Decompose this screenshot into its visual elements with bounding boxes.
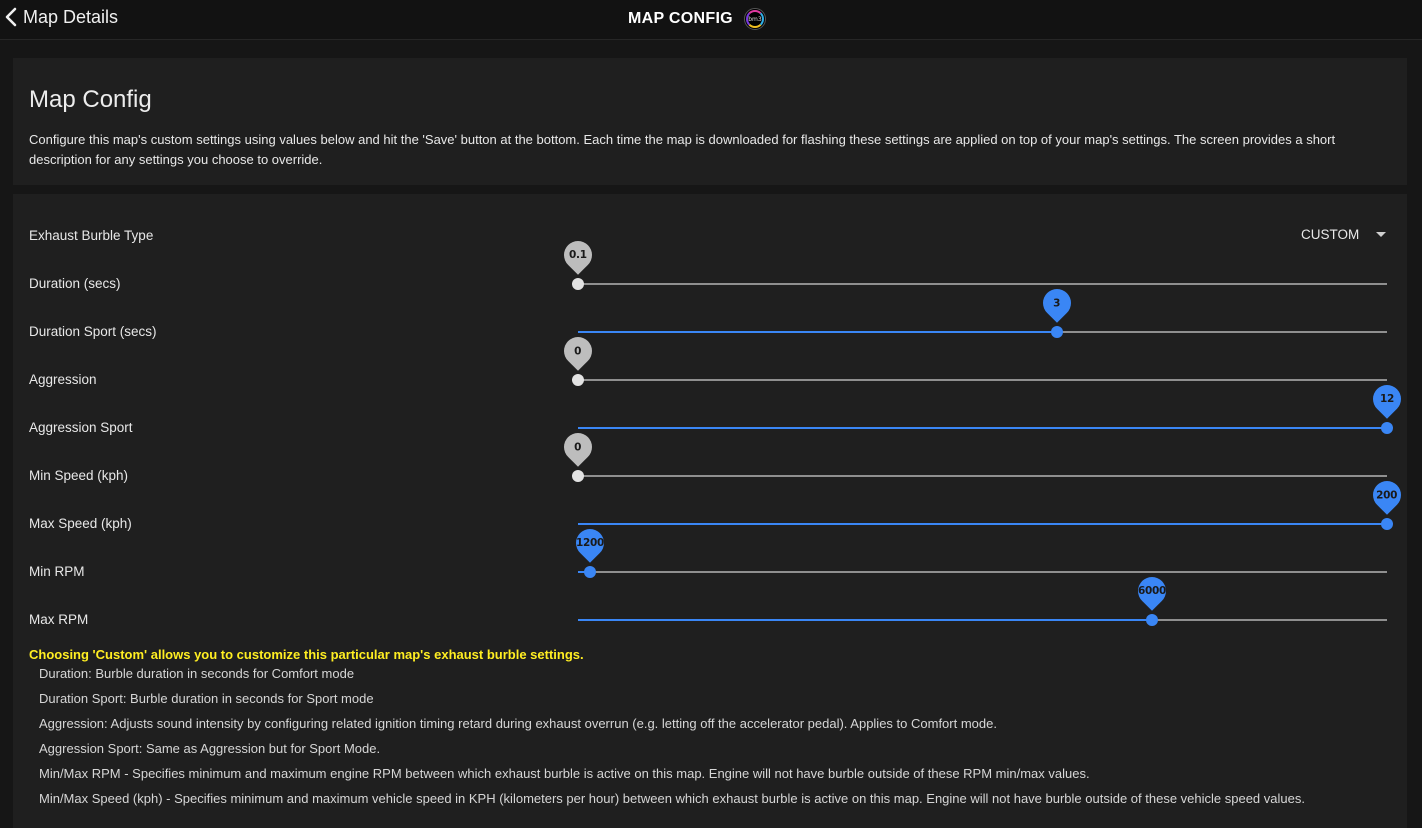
slider-fill <box>578 619 1152 621</box>
setting-slider[interactable]: 0.1 <box>558 235 1387 290</box>
slider-thumb[interactable] <box>1146 614 1158 626</box>
setting-slider[interactable]: 0 <box>558 331 1387 386</box>
chevron-left-icon <box>5 7 17 27</box>
brand-logo: bm3 <box>743 8 766 30</box>
slider-label: Duration (secs) <box>29 276 121 291</box>
help-text: Min/Max Speed (kph) - Specifies minimum … <box>39 791 1305 806</box>
slider-thumb[interactable] <box>572 278 584 290</box>
slider-value-bubble: 1200 <box>570 523 610 563</box>
slider-value-bubble: 6000 <box>1132 571 1172 611</box>
slider-value: 0 <box>574 345 582 358</box>
slider-label: Duration Sport (secs) <box>29 324 157 339</box>
intro-panel: Map Config Configure this map's custom s… <box>13 58 1407 185</box>
slider-thumb[interactable] <box>572 470 584 482</box>
slider-thumb[interactable] <box>1051 326 1063 338</box>
slider-value-bubble: 200 <box>1367 475 1407 515</box>
slider-label: Aggression Sport <box>29 420 133 435</box>
burble-type-value: CUSTOM <box>1301 227 1360 242</box>
section-description: Configure this map's custom settings usi… <box>29 132 1336 167</box>
slider-fill <box>578 427 1387 429</box>
slider-value: 0 <box>574 441 582 454</box>
slider-fill <box>578 523 1387 525</box>
slider-value: 3 <box>1053 297 1061 310</box>
slider-thumb[interactable] <box>584 566 596 578</box>
setting-slider[interactable]: 3 <box>578 283 1387 338</box>
back-button[interactable]: Map Details <box>4 6 118 28</box>
setting-slider[interactable]: 6000 <box>578 571 1387 626</box>
slider-track[interactable] <box>578 571 1387 573</box>
burble-type-label: Exhaust Burble Type <box>29 228 154 243</box>
slider-value: 6000 <box>1137 585 1167 597</box>
help-text: Aggression: Adjusts sound intensity by c… <box>39 716 997 731</box>
settings-panel: Exhaust Burble Type CUSTOM Duration (sec… <box>13 194 1407 828</box>
page-title: MAP CONFIG <box>628 10 733 27</box>
slider-thumb[interactable] <box>1381 422 1393 434</box>
slider-value-bubble: 0.1 <box>558 235 598 275</box>
setting-slider[interactable]: 200 <box>578 475 1407 530</box>
slider-value-bubble: 0 <box>558 331 598 371</box>
help-text: Aggression Sport: Same as Aggression but… <box>39 741 381 756</box>
slider-value: 200 <box>1376 489 1398 501</box>
slider-track[interactable] <box>578 283 1387 285</box>
slider-value-bubble: 0 <box>558 427 598 467</box>
slider-value: 12 <box>1379 393 1395 406</box>
section-heading: Map Config <box>29 86 152 113</box>
slider-label: Max RPM <box>29 612 89 627</box>
help-text: Duration Sport: Burble duration in secon… <box>39 691 374 706</box>
custom-note: Choosing 'Custom' allows you to customiz… <box>29 647 584 662</box>
slider-label: Max Speed (kph) <box>29 516 132 531</box>
setting-slider[interactable]: 0 <box>558 427 1387 482</box>
slider-value-bubble: 3 <box>1037 283 1077 323</box>
slider-label: Aggression <box>29 372 97 387</box>
slider-label: Min RPM <box>29 564 85 579</box>
slider-thumb[interactable] <box>572 374 584 386</box>
dropdown-caret-icon <box>1376 232 1387 237</box>
burble-type-select[interactable]: CUSTOM <box>1301 227 1387 242</box>
slider-track[interactable] <box>578 475 1387 477</box>
setting-slider[interactable]: 1200 <box>570 523 1387 578</box>
slider-track[interactable] <box>578 379 1387 381</box>
setting-slider[interactable]: 12 <box>578 379 1407 434</box>
slider-thumb[interactable] <box>1381 518 1393 530</box>
top-bar: Map Details MAP CONFIG bm3 <box>0 0 1422 40</box>
help-text: Min/Max RPM - Specifies minimum and maxi… <box>39 766 1090 781</box>
slider-label: Min Speed (kph) <box>29 468 129 483</box>
slider-fill <box>578 331 1057 333</box>
help-text: Duration: Burble duration in seconds for… <box>39 666 355 681</box>
page-title-group: MAP CONFIG bm3 <box>628 8 766 30</box>
slider-value: 1200 <box>575 537 605 549</box>
slider-value: 0.1 <box>569 249 587 262</box>
slider-value-bubble: 12 <box>1367 379 1407 419</box>
back-label: Map Details <box>23 6 119 27</box>
